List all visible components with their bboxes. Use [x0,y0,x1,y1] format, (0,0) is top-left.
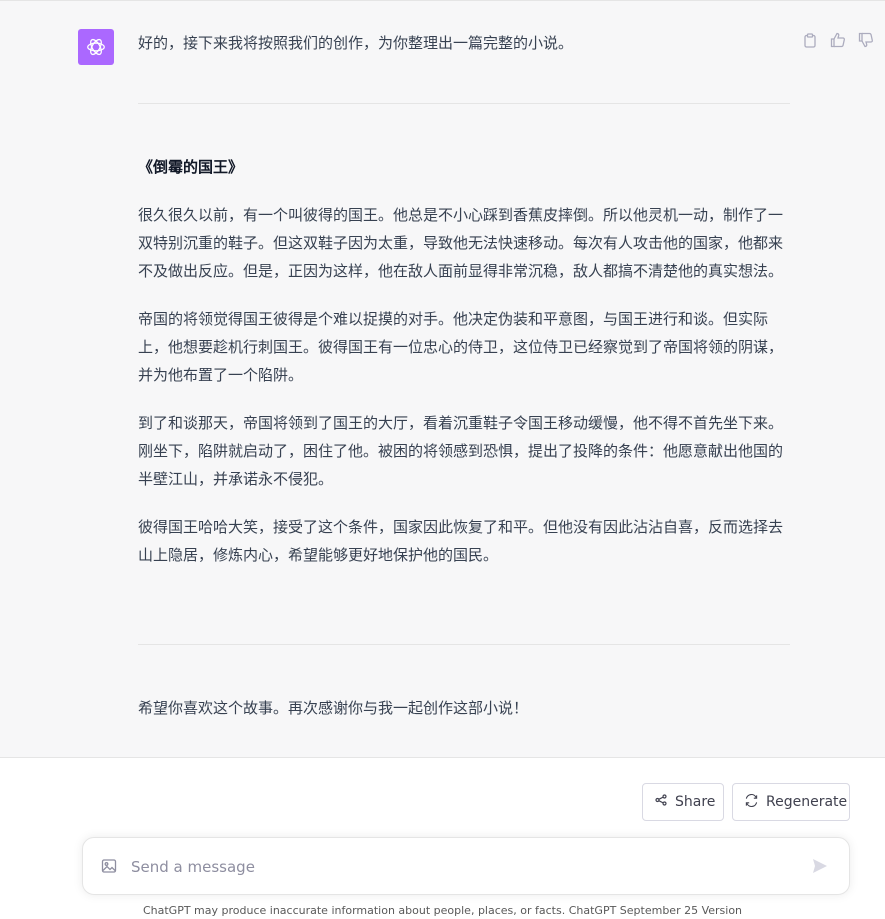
divider [138,103,790,104]
story-paragraph: 很久很久以前，有一个叫彼得的国王。他总是不小心踩到香蕉皮摔倒。所以他灵机一动，制… [138,206,784,280]
regenerate-label: Regenerate [766,794,848,810]
share-button[interactable]: Share [642,783,724,821]
story-title: 《倒霉的国王》 [138,158,244,176]
divider [0,757,885,758]
thumbs-up-icon[interactable] [829,31,847,49]
share-label: Share [675,794,716,810]
thumbs-down-icon[interactable] [857,31,875,49]
assistant-message: 好的，接下来我将按照我们的创作，为你整理出一篇完整的小说。 《倒霉的国王》 很久… [0,0,885,757]
refresh-icon [745,793,758,811]
copy-icon[interactable] [801,31,819,49]
message-input[interactable] [129,852,793,882]
story-paragraph: 到了和谈那天，帝国将领到了国王的大厅，看着沉重鞋子令国王移动缓慢，他不得不首先坐… [138,414,784,488]
message-composer [82,837,850,895]
image-upload-icon[interactable] [101,858,117,878]
story-paragraph: 帝国的将领觉得国王彼得是个难以捉摸的对手。他决定伪装和平意图，与国王进行和谈。但… [138,310,784,384]
regenerate-button[interactable]: Regenerate [732,783,850,821]
story-body: 很久很久以前，有一个叫彼得的国王。他总是不小心踩到香蕉皮摔倒。所以他灵机一动，制… [138,201,790,589]
message-closing: 希望你喜欢这个故事。再次感谢你与我一起创作这部小说！ [138,699,529,717]
divider [138,644,790,645]
send-icon[interactable] [811,857,831,877]
story-paragraph: 彼得国王哈哈大笑，接受了这个条件，国家因此恢复了和平。但他没有因此沾沾自喜，反而… [138,518,784,564]
message-actions [801,31,875,49]
share-icon [655,794,667,810]
disclaimer-text: ChatGPT may produce inaccurate informati… [142,904,743,917]
openai-logo-icon [78,29,114,65]
message-intro: 好的，接下来我将按照我们的创作，为你整理出一篇完整的小说。 [138,34,574,52]
